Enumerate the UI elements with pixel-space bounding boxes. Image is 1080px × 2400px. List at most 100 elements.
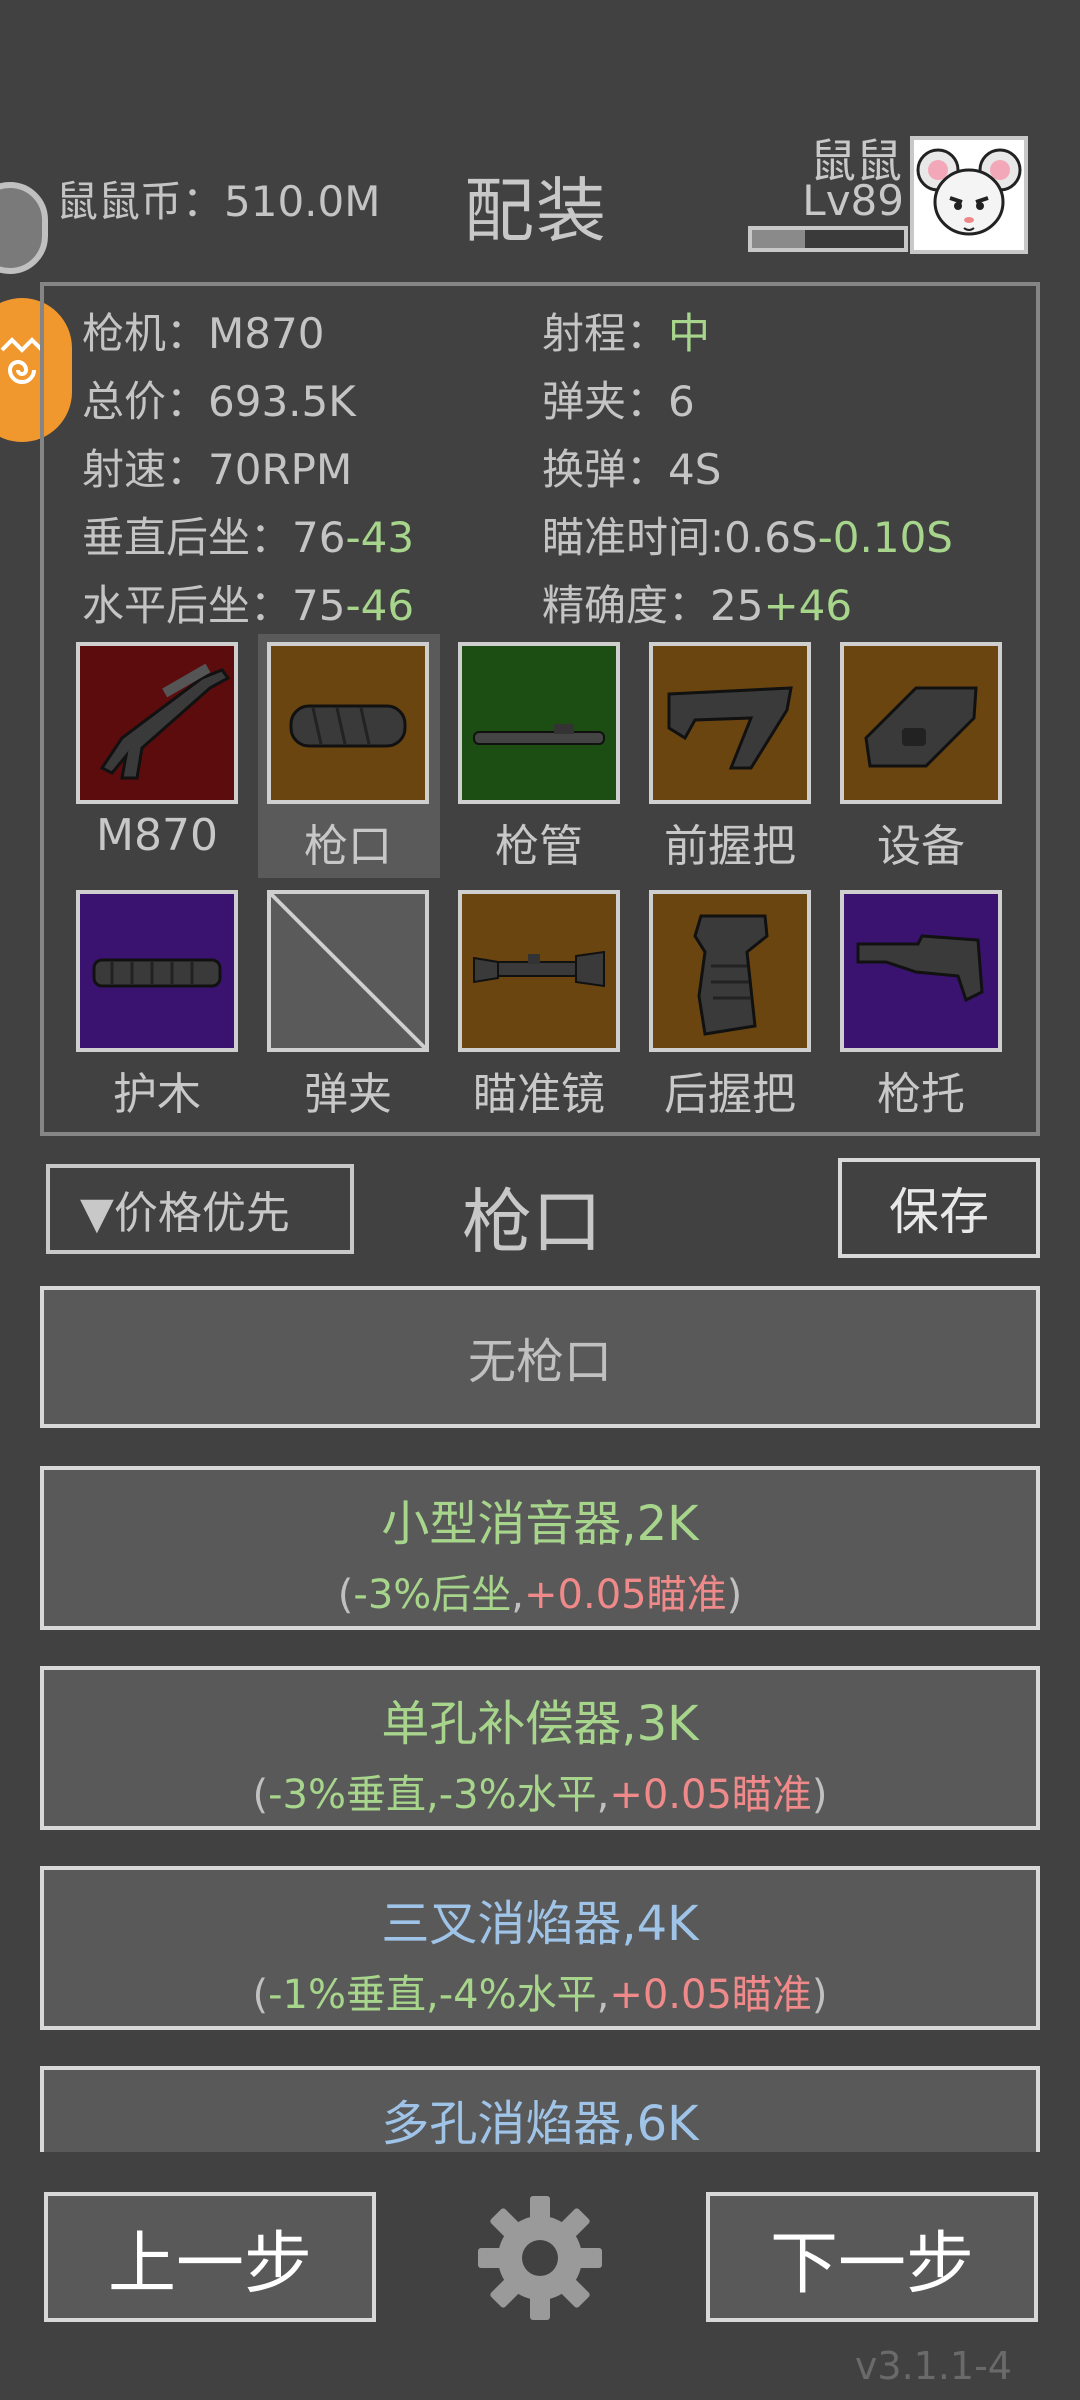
option-effects-close: )	[811, 1772, 828, 1818]
stat-vrecoil-label: 垂直后坐：	[82, 513, 293, 562]
option-effect-penalty: +0.05瞄准	[609, 1772, 812, 1818]
avatar[interactable]	[910, 136, 1028, 254]
stat-rate-value: 70RPM	[208, 445, 353, 494]
xp-bar-fill	[752, 230, 806, 248]
option-effect-bonus: -3%后坐	[353, 1572, 512, 1618]
option-effects: (-1%垂直,-4%水平,+0.05瞄准)	[44, 1962, 1036, 2020]
slot-label-stock: 枪托	[877, 1069, 965, 1120]
version-label: v3.1.1-4	[854, 2344, 1012, 2388]
stat-price-label: 总价：	[82, 377, 209, 426]
slot-magazine[interactable]	[267, 890, 429, 1052]
slot-muzzle[interactable]	[267, 642, 429, 804]
stat-gun: 枪机：M870	[82, 300, 324, 361]
stat-accuracy-mod: +46	[763, 581, 853, 630]
option-small-suppressor[interactable]: 小型消音器,2K (-3%后坐,+0.05瞄准)	[40, 1466, 1040, 1630]
shotgun-icon	[99, 663, 231, 780]
stat-aim-mod: -0.10S	[817, 513, 953, 562]
stat-hrecoil-mod: -46	[345, 581, 415, 630]
option-effects-open: (	[252, 1772, 269, 1818]
section-title: 枪口	[462, 1181, 602, 1263]
slot-label-device: 设备	[877, 821, 965, 872]
side-menu-button[interactable]	[0, 182, 48, 274]
slot-pistol-grip[interactable]	[649, 890, 811, 1052]
stat-range-label: 射程：	[542, 309, 669, 358]
stat-accuracy: 精确度：25+46	[542, 572, 852, 633]
save-button[interactable]: 保存	[838, 1158, 1040, 1258]
stat-accuracy-base: 25	[710, 581, 764, 630]
stat-aim-base: 0.6S	[724, 513, 818, 562]
option-effect-bonus: -1%垂直,-4%水平	[268, 1972, 597, 2018]
attachment-list[interactable]: 无枪口 小型消音器,2K (-3%后坐,+0.05瞄准) 单孔补偿器,3K (-…	[0, 1280, 1080, 2152]
stat-reload-label: 换弹：	[542, 445, 669, 494]
option-effect-penalty: +0.05瞄准	[524, 1572, 727, 1618]
slot-gun[interactable]	[76, 642, 238, 804]
option-name: 多孔消焰器,6K	[381, 2096, 699, 2152]
slot-label-gun: M870	[96, 810, 218, 861]
slot-label-barrel: 枪管	[495, 821, 583, 872]
stat-accuracy-label: 精确度：	[542, 581, 711, 630]
pistol-grip-icon	[693, 914, 769, 1036]
handguard-icon	[92, 958, 222, 988]
option-none[interactable]: 无枪口	[40, 1286, 1040, 1428]
foregrip-icon	[667, 686, 793, 770]
stat-rate-label: 射速：	[82, 445, 209, 494]
stat-horizontal-recoil: 水平后坐：75-46	[82, 572, 414, 633]
option-effects-sep: ,	[511, 1572, 525, 1618]
option-trident-flash-hider[interactable]: 三叉消焰器,4K (-1%垂直,-4%水平,+0.05瞄准)	[40, 1866, 1040, 2030]
stat-gun-value: M870	[208, 309, 325, 358]
option-name: 三叉消焰器,4K	[381, 1896, 699, 1952]
stock-icon	[856, 934, 984, 1003]
prev-step-button[interactable]: 上一步	[44, 2192, 376, 2322]
settings-button[interactable]	[474, 2192, 606, 2324]
coin-balance: 鼠鼠币：510.0M	[56, 177, 381, 226]
slot-foregrip[interactable]	[649, 642, 811, 804]
option-effects-close: )	[726, 1572, 743, 1618]
stat-range: 射程：中	[542, 300, 710, 361]
stat-reload-value: 4S	[668, 445, 722, 494]
next-step-button[interactable]: 下一步	[706, 2192, 1038, 2322]
stat-hrecoil-label: 水平后坐：	[82, 581, 293, 630]
slot-barrel[interactable]	[458, 642, 620, 804]
option-name: 小型消音器,2K	[381, 1496, 699, 1552]
slot-scope[interactable]	[458, 890, 620, 1052]
option-effects-sep: ,	[596, 1972, 610, 2018]
empty-slot-icon	[271, 894, 425, 1048]
stat-price: 总价：693.5K	[82, 368, 356, 429]
option-multi-port-flash-hider[interactable]: 多孔消焰器,6K	[40, 2066, 1040, 2152]
stat-hrecoil-base: 75	[292, 581, 346, 630]
slot-label-pistol-grip: 后握把	[664, 1069, 796, 1120]
stat-vrecoil-base: 76	[292, 513, 346, 562]
stat-range-value: 中	[668, 309, 711, 358]
slot-label-handguard: 护木	[113, 1069, 201, 1120]
stat-rate: 射速：70RPM	[82, 436, 352, 497]
slot-label-muzzle: 枪口	[304, 821, 392, 872]
gear-icon	[478, 2196, 602, 2320]
stat-reload: 换弹：4S	[542, 436, 721, 497]
option-effects: (-3%垂直,-3%水平,+0.05瞄准)	[44, 1762, 1036, 1820]
sort-by-price-button[interactable]: ▼价格优先	[46, 1164, 354, 1254]
option-single-compensator[interactable]: 单孔补偿器,3K (-3%垂直,-3%水平,+0.05瞄准)	[40, 1666, 1040, 1830]
stat-mag: 弹夹：6	[542, 368, 695, 429]
stat-vrecoil-mod: -43	[345, 513, 415, 562]
stat-vertical-recoil: 垂直后坐：76-43	[82, 504, 414, 565]
xp-bar	[748, 226, 908, 252]
stat-aim-time: 瞄准时间:0.6S-0.10S	[542, 504, 953, 565]
stat-gun-label: 枪机：	[82, 309, 209, 358]
slot-device[interactable]	[840, 642, 1002, 804]
device-icon	[864, 686, 978, 768]
option-name: 单孔补偿器,3K	[381, 1696, 699, 1752]
option-none-label: 无枪口	[467, 1334, 612, 1390]
option-effects: (-3%后坐,+0.05瞄准)	[44, 1562, 1036, 1620]
stat-mag-value: 6	[668, 377, 695, 426]
option-effects-open: (	[252, 1972, 269, 2018]
option-effects-sep: ,	[596, 1772, 610, 1818]
page-title: 配装	[464, 170, 608, 252]
option-effects-close: )	[811, 1972, 828, 2018]
slot-label-magazine: 弹夹	[304, 1069, 392, 1120]
stat-price-value: 693.5K	[208, 377, 356, 426]
slot-handguard[interactable]	[76, 890, 238, 1052]
slot-label-foregrip: 前握把	[664, 821, 796, 872]
option-effect-bonus: -3%垂直,-3%水平	[268, 1772, 597, 1818]
scope-icon	[473, 950, 605, 988]
slot-stock[interactable]	[840, 890, 1002, 1052]
